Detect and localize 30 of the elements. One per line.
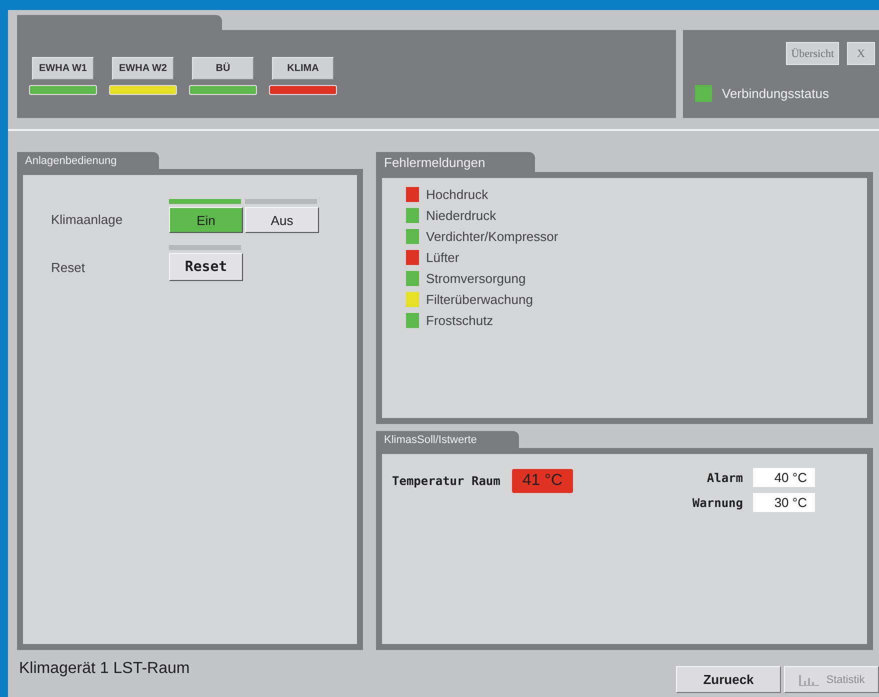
status-label: Verbindungsstatus xyxy=(722,86,829,101)
back-button[interactable]: Zurueck xyxy=(676,666,781,693)
control-label: Reset xyxy=(51,260,86,277)
panel-title: KlimasSoll/Istwerte xyxy=(376,431,519,448)
temperature-label: Temperatur Raum xyxy=(392,474,500,488)
control-label: Klimaanlage xyxy=(51,212,124,229)
toggle-button[interactable]: Ein xyxy=(169,207,243,233)
unit-button[interactable]: EWHA W1 xyxy=(32,57,94,80)
unit-button[interactable]: EWHA W2 xyxy=(112,57,174,80)
reset-button[interactable]: Reset xyxy=(169,253,243,281)
temperature-value: 41 °C xyxy=(512,469,573,493)
value-field[interactable]: 30 °C xyxy=(753,493,815,512)
fault-label: Lüfter xyxy=(426,250,460,265)
fault-label: Hochdruck xyxy=(426,187,488,202)
fault-label: Verdichter/Kompressor xyxy=(426,229,558,244)
toggle-button[interactable]: Aus xyxy=(245,207,319,233)
panel-title: Fehlermeldungen xyxy=(376,152,536,172)
fault-label: Stromversorgung xyxy=(426,271,526,286)
unit-button[interactable]: KLIMA xyxy=(272,57,334,80)
bar-chart-icon xyxy=(798,672,820,686)
state-indicator xyxy=(169,245,241,250)
fault-label: Niederdruck xyxy=(426,208,496,223)
fault-label: Filterüberwachung xyxy=(426,292,533,307)
page-title: Klimagerät 1 LST-Raum xyxy=(19,660,190,678)
unit-button[interactable]: BÜ xyxy=(192,57,254,80)
limit-label: Warnung xyxy=(692,496,743,510)
limit-label: Alarm xyxy=(706,470,743,484)
panel-title: Anlagenbedienung xyxy=(17,152,159,169)
fault-label: Frostschutz xyxy=(426,313,494,328)
value-field[interactable]: 40 °C xyxy=(753,468,815,487)
